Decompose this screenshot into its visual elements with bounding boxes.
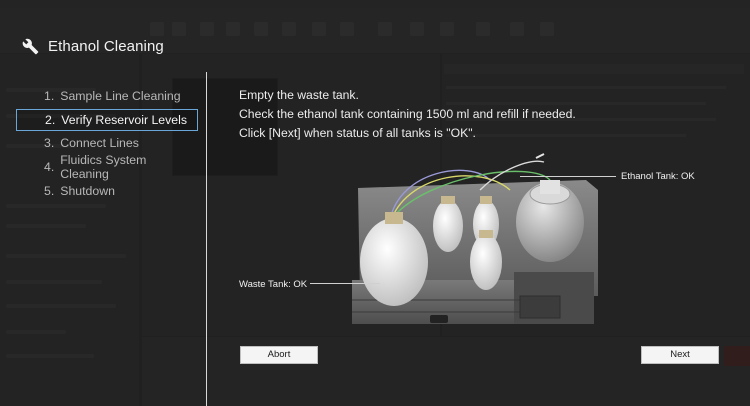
next-button[interactable]: Next — [641, 346, 719, 364]
instruction-line: Check the ethanol tank containing 1500 m… — [239, 107, 576, 121]
instruction-line: Empty the waste tank. — [239, 88, 359, 102]
instruction-line: Click [Next] when status of all tanks is… — [239, 126, 476, 140]
step-number: 5. — [44, 183, 55, 198]
step-number: 2. — [45, 112, 56, 127]
step-fluidics-system-cleaning: 4. Fluidics System Cleaning — [16, 153, 198, 182]
step-label: Connect Lines — [60, 136, 139, 151]
step-number: 4. — [44, 160, 55, 175]
wizard-steps: 1. Sample Line Cleaning 2. Verify Reserv… — [16, 85, 198, 203]
fluidics-cart-illustration — [352, 153, 598, 324]
small-bottle — [433, 200, 463, 252]
ethanol-tank-callout — [520, 176, 616, 177]
waste-tank-callout — [310, 283, 380, 284]
step-verify-reservoir-levels: 2. Verify Reservoir Levels — [16, 108, 198, 131]
waste-tank-status: Waste Tank: OK — [239, 279, 308, 290]
step-sample-line-cleaning: 1. Sample Line Cleaning — [16, 85, 198, 107]
waste-tank — [360, 218, 428, 306]
step-shutdown: 5. Shutdown — [16, 180, 198, 202]
small-bottle — [470, 234, 502, 290]
step-label: Sample Line Cleaning — [60, 89, 181, 103]
vertical-divider — [206, 72, 207, 406]
step-number: 1. — [44, 89, 55, 103]
dialog-title: Ethanol Cleaning — [48, 37, 164, 55]
step-number: 3. — [44, 136, 55, 151]
ethanol-tank-status: Ethanol Tank: OK — [621, 171, 695, 182]
wrench-icon — [22, 38, 39, 54]
step-label: Verify Reservoir Levels — [61, 112, 188, 127]
step-label: Shutdown — [60, 183, 115, 198]
step-label: Fluidics System Cleaning — [60, 153, 147, 182]
instructions: Empty the waste tank. Check the ethanol … — [239, 86, 576, 143]
step-connect-lines: 3. Connect Lines — [16, 132, 198, 154]
dialog-header: Ethanol Cleaning — [22, 36, 164, 56]
abort-button[interactable]: Abort — [240, 346, 318, 364]
